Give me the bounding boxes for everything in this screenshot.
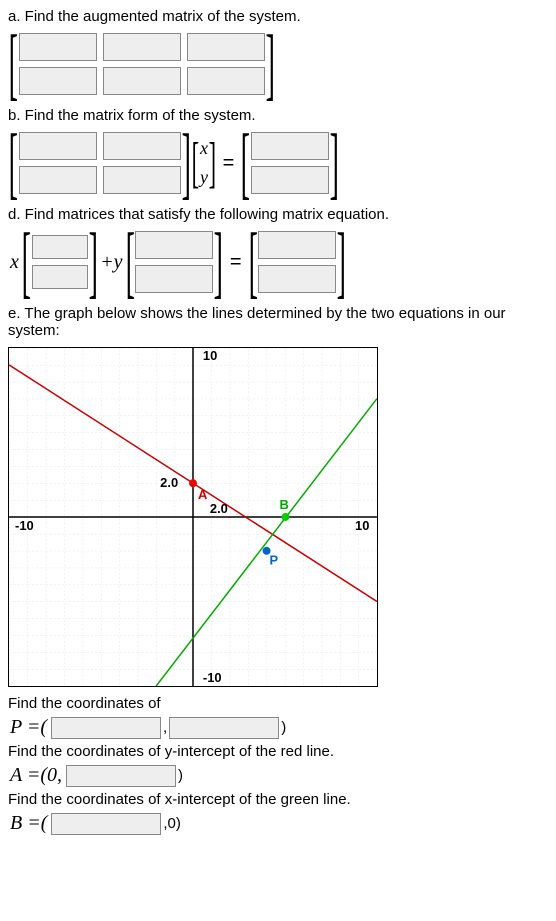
right-bracket-icon: ] [337, 227, 346, 297]
svg-text:10: 10 [355, 518, 369, 533]
svg-text:-10: -10 [15, 518, 34, 533]
matrix-a-r2c2[interactable] [103, 67, 181, 95]
find-coords-p: Find the coordinates of [8, 695, 548, 712]
svg-text:-10: -10 [203, 670, 222, 685]
p-label: P =( [8, 716, 49, 739]
left-bracket-icon: [ [192, 138, 199, 188]
find-yint-prompt: Find the coordinates of y-intercept of t… [8, 743, 548, 760]
matrix-b-r1c2[interactable] [103, 132, 181, 160]
vec-y: y [200, 167, 208, 188]
equals-sign: = [224, 251, 248, 274]
matrix-d2-r2[interactable] [135, 265, 213, 293]
left-bracket-icon: [ [22, 227, 31, 297]
close-paren: ) [281, 719, 286, 736]
right-bracket-icon: ] [330, 128, 339, 198]
svg-text:10: 10 [203, 348, 217, 363]
matrix-d3-r1[interactable] [258, 231, 336, 259]
p-y-input[interactable] [169, 717, 279, 739]
zero-close: ,0) [163, 815, 181, 832]
matrix-a-r1c3[interactable] [187, 33, 265, 61]
left-bracket-icon: [ [9, 29, 18, 99]
matrix-b-r1c1[interactable] [19, 132, 97, 160]
equals-sign: = [217, 152, 241, 175]
left-bracket-icon: [ [241, 128, 250, 198]
matrix-b-r2c1[interactable] [19, 166, 97, 194]
svg-text:P: P [270, 553, 279, 568]
matrix-a-r2c3[interactable] [187, 67, 265, 95]
b-label: B =( [8, 812, 49, 835]
svg-text:B: B [279, 497, 288, 512]
rhs-b-r1[interactable] [251, 132, 329, 160]
augmented-matrix: [ ] [8, 29, 548, 99]
part-e: e. The graph below shows the lines deter… [8, 305, 548, 835]
matrix-cells [19, 33, 265, 95]
matrix-d2-r1[interactable] [135, 231, 213, 259]
find-xint-prompt: Find the coordinates of x-intercept of t… [8, 791, 548, 808]
svg-text:2.0: 2.0 [160, 475, 178, 490]
matrix-a-r1c1[interactable] [19, 33, 97, 61]
part-a-prompt: a. Find the augmented matrix of the syst… [8, 8, 548, 25]
svg-text:A: A [198, 487, 207, 502]
matrix-form-equation: [ ] [ x y ] = [ ] [8, 128, 548, 198]
matrix-a-r1c2[interactable] [103, 33, 181, 61]
matrix-d-equation: x [ ] +y [ ] = [ ] [8, 227, 548, 297]
matrix-d3-r2[interactable] [258, 265, 336, 293]
right-bracket-icon: ] [88, 227, 97, 297]
right-bracket-icon: ] [214, 227, 223, 297]
part-a: a. Find the augmented matrix of the syst… [8, 8, 548, 99]
vec-x: x [200, 138, 208, 159]
left-bracket-icon: [ [248, 227, 257, 297]
right-bracket-icon: ] [209, 138, 216, 188]
right-bracket-icon: ] [265, 29, 274, 99]
matrix-b-r2c2[interactable] [103, 166, 181, 194]
comma: , [163, 719, 167, 736]
var-x: x [8, 251, 21, 274]
graph-plot: 10 -10 -10 10 2.0 A 2.0 B P [8, 347, 378, 687]
a-label: A =(0, [8, 764, 64, 787]
p-x-input[interactable] [51, 717, 161, 739]
part-e-prompt: e. The graph below shows the lines deter… [8, 305, 548, 339]
a-y-input[interactable] [66, 765, 176, 787]
close-paren: ) [178, 767, 183, 784]
right-bracket-icon: ] [181, 128, 190, 198]
svg-text:2.0: 2.0 [210, 501, 228, 516]
part-b-prompt: b. Find the matrix form of the system. [8, 107, 548, 124]
matrix-d1-r2[interactable] [32, 265, 88, 289]
plus-y: +y [98, 251, 124, 274]
left-bracket-icon: [ [9, 128, 18, 198]
b-x-input[interactable] [51, 813, 161, 835]
matrix-d1-r1[interactable] [32, 235, 88, 259]
left-bracket-icon: [ [125, 227, 134, 297]
part-b: b. Find the matrix form of the system. [… [8, 107, 548, 198]
matrix-a-r2c1[interactable] [19, 67, 97, 95]
rhs-b-r2[interactable] [251, 166, 329, 194]
part-d: d. Find matrices that satisfy the follow… [8, 206, 548, 297]
